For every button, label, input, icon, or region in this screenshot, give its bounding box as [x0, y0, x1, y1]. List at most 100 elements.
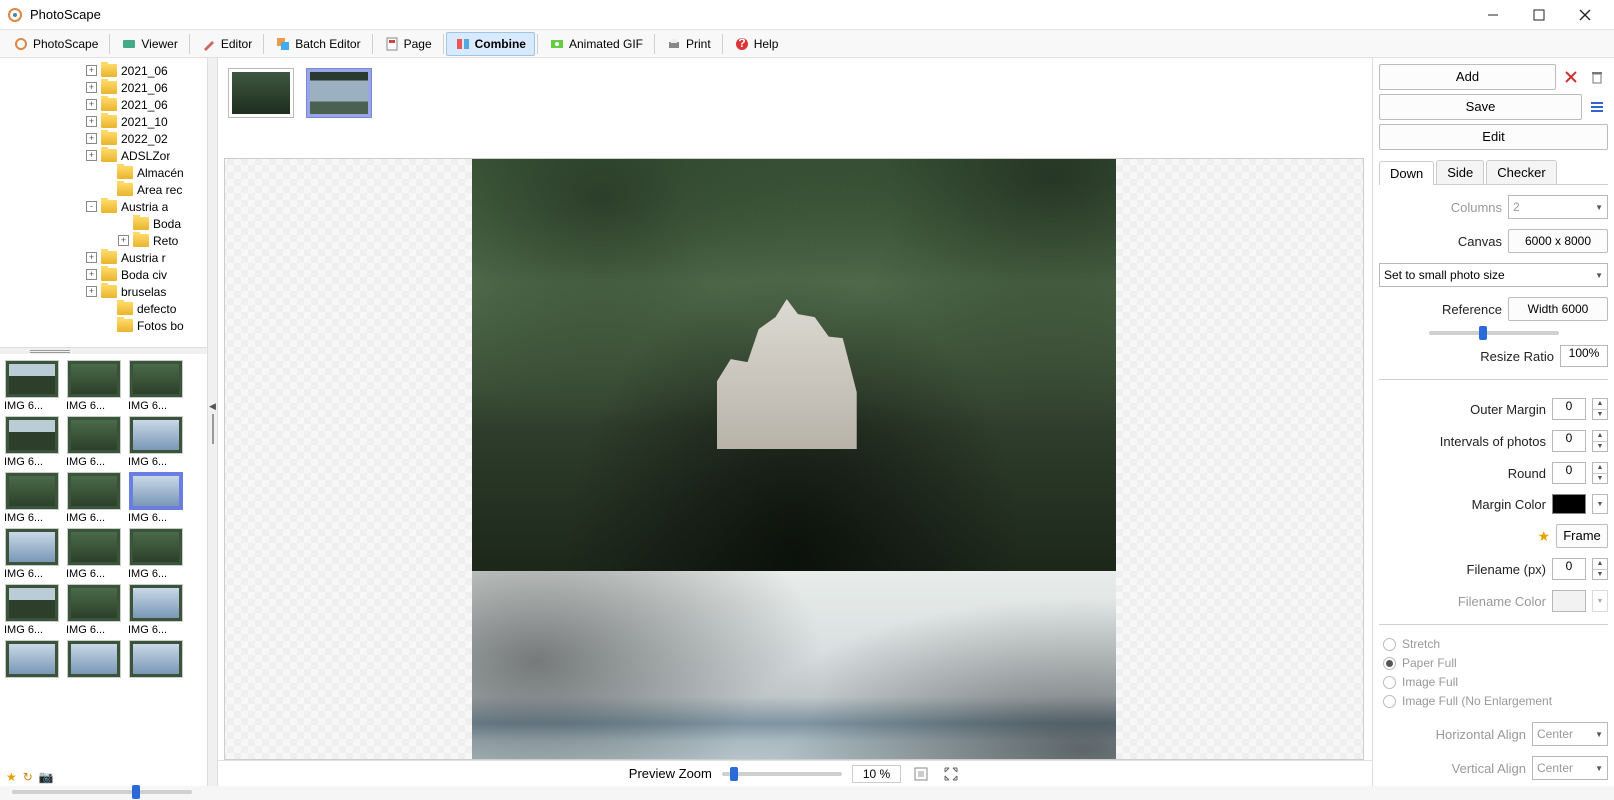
- expand-toggle[interactable]: +: [86, 65, 97, 76]
- expand-toggle[interactable]: +: [86, 82, 97, 93]
- tree-item[interactable]: Boda: [6, 215, 207, 232]
- expand-toggle[interactable]: +: [86, 116, 97, 127]
- tab-down[interactable]: Down: [1379, 161, 1434, 185]
- margin-color-dropdown[interactable]: ▼: [1592, 494, 1608, 514]
- edit-button[interactable]: Edit: [1379, 124, 1608, 150]
- tab-editor[interactable]: Editor: [192, 32, 261, 56]
- thumbnail[interactable]: IMG 6...: [128, 416, 184, 468]
- tab-animated-gif[interactable]: Animated GIF: [540, 32, 652, 56]
- star-icon[interactable]: ★: [1537, 528, 1550, 545]
- list-icon[interactable]: [1586, 96, 1608, 118]
- radio-stretch[interactable]: Stretch: [1383, 637, 1608, 651]
- thumbnail[interactable]: IMG 6...: [128, 360, 184, 412]
- tree-item[interactable]: +Austria r: [6, 249, 207, 266]
- tree-item[interactable]: +Reto: [6, 232, 207, 249]
- tree-item[interactable]: -Austria a: [6, 198, 207, 215]
- thumbnail[interactable]: IMG 6...: [128, 584, 184, 636]
- tab-help[interactable]: ?Help: [725, 32, 788, 56]
- expand-toggle[interactable]: +: [86, 99, 97, 110]
- tab-batch-editor[interactable]: Batch Editor: [266, 32, 369, 56]
- tree-item[interactable]: +2021_06: [6, 79, 207, 96]
- thumbnail[interactable]: IMG 6...: [66, 528, 122, 580]
- zoom-fit-icon[interactable]: [911, 764, 931, 784]
- thumbnail-browser[interactable]: IMG 6...IMG 6...IMG 6...IMG 6...IMG 6...…: [0, 354, 207, 786]
- folder-tree[interactable]: +2021_06+2021_06+2021_06+2021_10+2022_02…: [0, 58, 207, 348]
- outer-margin-spinner[interactable]: ▲▼: [1592, 398, 1608, 420]
- outer-margin-input[interactable]: 0: [1552, 398, 1586, 420]
- tab-side[interactable]: Side: [1436, 160, 1484, 184]
- tree-item[interactable]: +Boda civ: [6, 266, 207, 283]
- frame-button[interactable]: Frame: [1556, 524, 1608, 548]
- thumbnail[interactable]: IMG 6...: [66, 360, 122, 412]
- radio-image-full[interactable]: Image Full: [1383, 675, 1608, 689]
- zoom-actual-icon[interactable]: [941, 764, 961, 784]
- expand-toggle[interactable]: +: [86, 252, 97, 263]
- rotate-icon[interactable]: ↻: [23, 770, 33, 784]
- zoom-slider[interactable]: [722, 772, 842, 776]
- thumbnail[interactable]: IMG 6...: [66, 584, 122, 636]
- vertical-splitter[interactable]: ◀: [208, 58, 218, 786]
- thumbnail[interactable]: IMG 6...: [4, 472, 60, 524]
- camera-icon[interactable]: 📷: [39, 770, 54, 784]
- strip-thumb[interactable]: [228, 68, 294, 118]
- trash-icon[interactable]: [1586, 66, 1608, 88]
- intervals-spinner[interactable]: ▲▼: [1592, 430, 1608, 452]
- expand-toggle[interactable]: +: [86, 286, 97, 297]
- expand-toggle[interactable]: +: [86, 269, 97, 280]
- tree-item[interactable]: defecto: [6, 300, 207, 317]
- save-button[interactable]: Save: [1379, 94, 1582, 120]
- thumbnail[interactable]: IMG 6...: [4, 584, 60, 636]
- filename-px-input[interactable]: 0: [1552, 558, 1586, 580]
- thumbnail[interactable]: IMG 6...: [4, 528, 60, 580]
- reference-button[interactable]: Width 6000: [1508, 297, 1608, 321]
- thumbnail[interactable]: IMG 6...: [128, 528, 184, 580]
- thumbnail[interactable]: IMG 6...: [128, 472, 184, 524]
- thumbnail[interactable]: [4, 640, 60, 680]
- set-small-dropdown[interactable]: Set to small photo size▼: [1379, 263, 1608, 287]
- thumbnail[interactable]: [128, 640, 184, 680]
- tree-item[interactable]: Area rec: [6, 181, 207, 198]
- reference-slider[interactable]: [1429, 331, 1559, 335]
- zoom-value[interactable]: 10 %: [852, 765, 901, 783]
- remove-icon[interactable]: [1560, 66, 1582, 88]
- star-icon[interactable]: ★: [6, 770, 17, 784]
- maximize-button[interactable]: [1516, 0, 1562, 30]
- radio-paper-full[interactable]: Paper Full: [1383, 656, 1608, 670]
- expand-toggle[interactable]: +: [118, 235, 129, 246]
- thumbnail[interactable]: IMG 6...: [4, 360, 60, 412]
- tree-item[interactable]: +2022_02: [6, 130, 207, 147]
- thumbnail[interactable]: IMG 6...: [66, 416, 122, 468]
- tab-viewer[interactable]: Viewer: [112, 32, 186, 56]
- tab-photoscape[interactable]: PhotoScape: [4, 32, 107, 56]
- thumbnail[interactable]: IMG 6...: [66, 472, 122, 524]
- tree-item[interactable]: Almacén: [6, 164, 207, 181]
- tree-item[interactable]: +2021_06: [6, 96, 207, 113]
- tree-item[interactable]: Fotos bo: [6, 317, 207, 334]
- thumbnail[interactable]: [66, 640, 122, 680]
- expand-toggle[interactable]: -: [86, 201, 97, 212]
- radio-image-full-noenlarge[interactable]: Image Full (No Enlargement: [1383, 694, 1608, 708]
- add-button[interactable]: Add: [1379, 64, 1556, 90]
- expand-toggle[interactable]: +: [86, 133, 97, 144]
- thumb-size-slider[interactable]: [12, 790, 192, 794]
- tab-page[interactable]: Page: [375, 32, 441, 56]
- tree-item[interactable]: +2021_10: [6, 113, 207, 130]
- round-input[interactable]: 0: [1552, 462, 1586, 484]
- tab-print[interactable]: Print: [657, 32, 720, 56]
- canvas-button[interactable]: 6000 x 8000: [1508, 229, 1608, 253]
- tree-item[interactable]: +ADSLZor: [6, 147, 207, 164]
- tab-checker[interactable]: Checker: [1486, 160, 1556, 184]
- minimize-button[interactable]: [1470, 0, 1516, 30]
- expand-toggle[interactable]: +: [86, 150, 97, 161]
- filename-px-spinner[interactable]: ▲▼: [1592, 558, 1608, 580]
- strip-thumb[interactable]: [306, 68, 372, 118]
- tree-item[interactable]: +bruselas: [6, 283, 207, 300]
- tab-combine[interactable]: Combine: [446, 32, 535, 56]
- canvas-preview[interactable]: [224, 158, 1364, 760]
- intervals-input[interactable]: 0: [1552, 430, 1586, 452]
- margin-color-swatch[interactable]: [1552, 494, 1586, 514]
- thumbnail[interactable]: IMG 6...: [4, 416, 60, 468]
- tree-item[interactable]: +2021_06: [6, 62, 207, 79]
- close-button[interactable]: [1562, 0, 1608, 30]
- resize-value[interactable]: 100%: [1560, 345, 1608, 367]
